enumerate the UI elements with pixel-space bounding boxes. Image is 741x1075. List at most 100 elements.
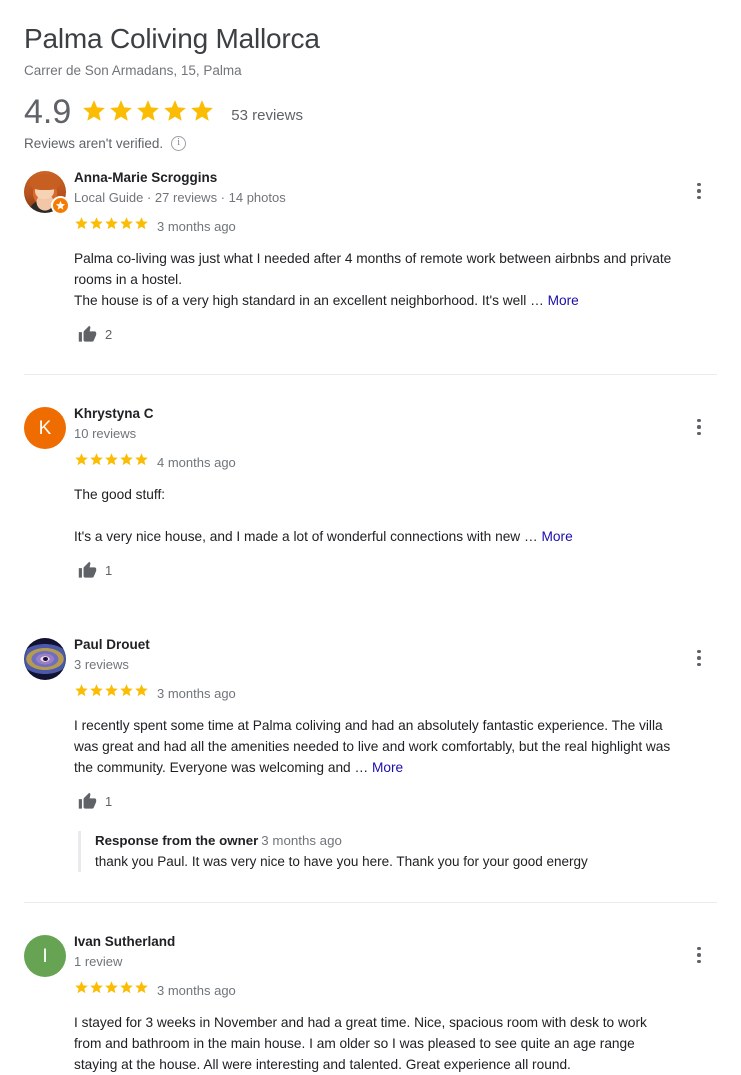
review-stars <box>74 683 149 703</box>
menu-dot <box>697 946 701 951</box>
owner-response: Response from the owner 3 months ago thank… <box>78 831 673 872</box>
menu-dot <box>697 662 701 667</box>
owner-response-title: Response from the owner <box>95 833 259 848</box>
review-content: Paul Drouet 3 reviews 3 months ago I recent… <box>74 636 717 872</box>
more-options-icon[interactable] <box>687 179 711 203</box>
helpful-row: 2 <box>78 325 673 344</box>
reviews-list: Anna-Marie Scroggins Local Guide · 27 rev… <box>0 169 741 1075</box>
avatar-column: K <box>24 405 74 580</box>
review-text: Palma co-living was just what I needed a… <box>74 248 673 311</box>
avatar-initial: K <box>38 417 52 439</box>
star-icon <box>81 98 107 129</box>
star-icon <box>108 98 134 129</box>
review-rating-row: 3 months ago <box>74 216 673 236</box>
like-count: 1 <box>105 794 113 809</box>
page-title: Palma Coliving Mallorca <box>24 23 320 54</box>
menu-dot <box>697 953 701 957</box>
review-rating-row: 3 months ago <box>74 683 673 703</box>
review-body-text: The good stuff: It's a very nice house, … <box>74 487 521 544</box>
avatar[interactable]: I <box>24 935 66 977</box>
reviewer-meta: Local Guide · 27 reviews · 14 photos <box>74 190 286 205</box>
avatar[interactable] <box>24 171 70 215</box>
review-stars <box>74 452 149 472</box>
star-icon <box>74 452 89 472</box>
menu-dot <box>697 431 701 436</box>
review-text: I recently spent some time at Palma coli… <box>74 715 673 778</box>
reviews-count: 53 reviews <box>231 106 303 124</box>
more-options-icon[interactable] <box>687 415 711 439</box>
review-text: The good stuff: It's a very nice house, … <box>74 484 673 547</box>
text-ellipsis: … <box>524 529 538 544</box>
review-time: 3 months ago <box>157 982 236 998</box>
thumbs-up-icon[interactable] <box>78 325 97 344</box>
thumbs-up-icon[interactable] <box>78 561 97 580</box>
avatar[interactable]: K <box>24 407 66 449</box>
reviewer-name[interactable]: Anna-Marie Scroggins <box>74 169 673 187</box>
menu-dot <box>697 195 701 200</box>
avatar-column <box>24 169 74 344</box>
star-icon <box>89 216 104 236</box>
info-icon[interactable]: i <box>171 136 187 151</box>
star-icon <box>104 683 119 703</box>
overall-rating-row: 4.9 53 reviews <box>24 94 717 130</box>
reviewer-meta: 1 review <box>74 954 123 969</box>
review-content: Anna-Marie Scroggins Local Guide · 27 rev… <box>74 169 717 344</box>
menu-dot <box>697 959 701 964</box>
like-count: 1 <box>105 563 113 578</box>
menu-dot <box>697 182 701 187</box>
expand-review-more-link[interactable]: More <box>372 760 403 775</box>
review-time: 3 months ago <box>157 685 236 701</box>
menu-dot <box>697 425 701 429</box>
star-icon <box>74 216 89 236</box>
avatar[interactable] <box>24 638 66 680</box>
review-card: I Ivan Sutherland 1 review 3 months ago I st… <box>0 933 741 1075</box>
star-icon <box>119 452 134 472</box>
review-card: Anna-Marie Scroggins Local Guide · 27 rev… <box>0 169 741 344</box>
star-icon <box>104 980 119 1000</box>
expand-review-more-link[interactable]: More <box>548 293 579 308</box>
reviewer-meta: 3 reviews <box>74 657 129 672</box>
review-time: 3 months ago <box>157 218 236 234</box>
star-icon <box>119 683 134 703</box>
verified-note: Reviews aren't verified. <box>24 136 164 151</box>
reviewer-name[interactable]: Ivan Sutherland <box>74 933 673 951</box>
star-icon <box>89 683 104 703</box>
rating-stars <box>81 98 215 129</box>
expand-review-more-link[interactable]: More <box>542 529 573 544</box>
star-icon <box>134 980 149 1000</box>
star-icon <box>162 98 188 129</box>
owner-response-time: 3 months ago <box>261 833 342 848</box>
star-icon <box>104 452 119 472</box>
menu-dot <box>697 656 701 660</box>
star-icon <box>135 98 161 129</box>
star-icon <box>134 683 149 703</box>
review-body-text: Palma co-living was just what I needed a… <box>74 251 672 308</box>
star-icon <box>134 216 149 236</box>
helpful-row: 1 <box>78 561 673 580</box>
reviewer-name[interactable]: Paul Drouet <box>74 636 673 654</box>
star-icon <box>74 980 89 1000</box>
more-options-icon[interactable] <box>687 646 711 670</box>
star-icon <box>89 452 104 472</box>
helpful-row: 1 <box>78 792 673 811</box>
review-time: 4 months ago <box>157 454 236 470</box>
star-icon <box>104 216 119 236</box>
reviewer-name[interactable]: Khrystyna C <box>74 405 673 423</box>
menu-dot <box>697 418 701 423</box>
more-options-icon[interactable] <box>687 943 711 967</box>
text-ellipsis: … <box>354 760 369 775</box>
star-icon <box>189 98 215 129</box>
review-stars <box>74 980 149 1000</box>
thumbs-up-icon[interactable] <box>78 792 97 811</box>
local-guide-badge-icon <box>51 196 70 215</box>
review-card: K Khrystyna C 10 reviews 4 months ago The go… <box>0 405 741 580</box>
menu-dot <box>697 189 701 193</box>
avatar-initial: I <box>42 945 48 967</box>
avatar-column: I <box>24 933 74 1075</box>
reviewer-meta: 10 reviews <box>74 426 137 441</box>
star-icon <box>119 216 134 236</box>
